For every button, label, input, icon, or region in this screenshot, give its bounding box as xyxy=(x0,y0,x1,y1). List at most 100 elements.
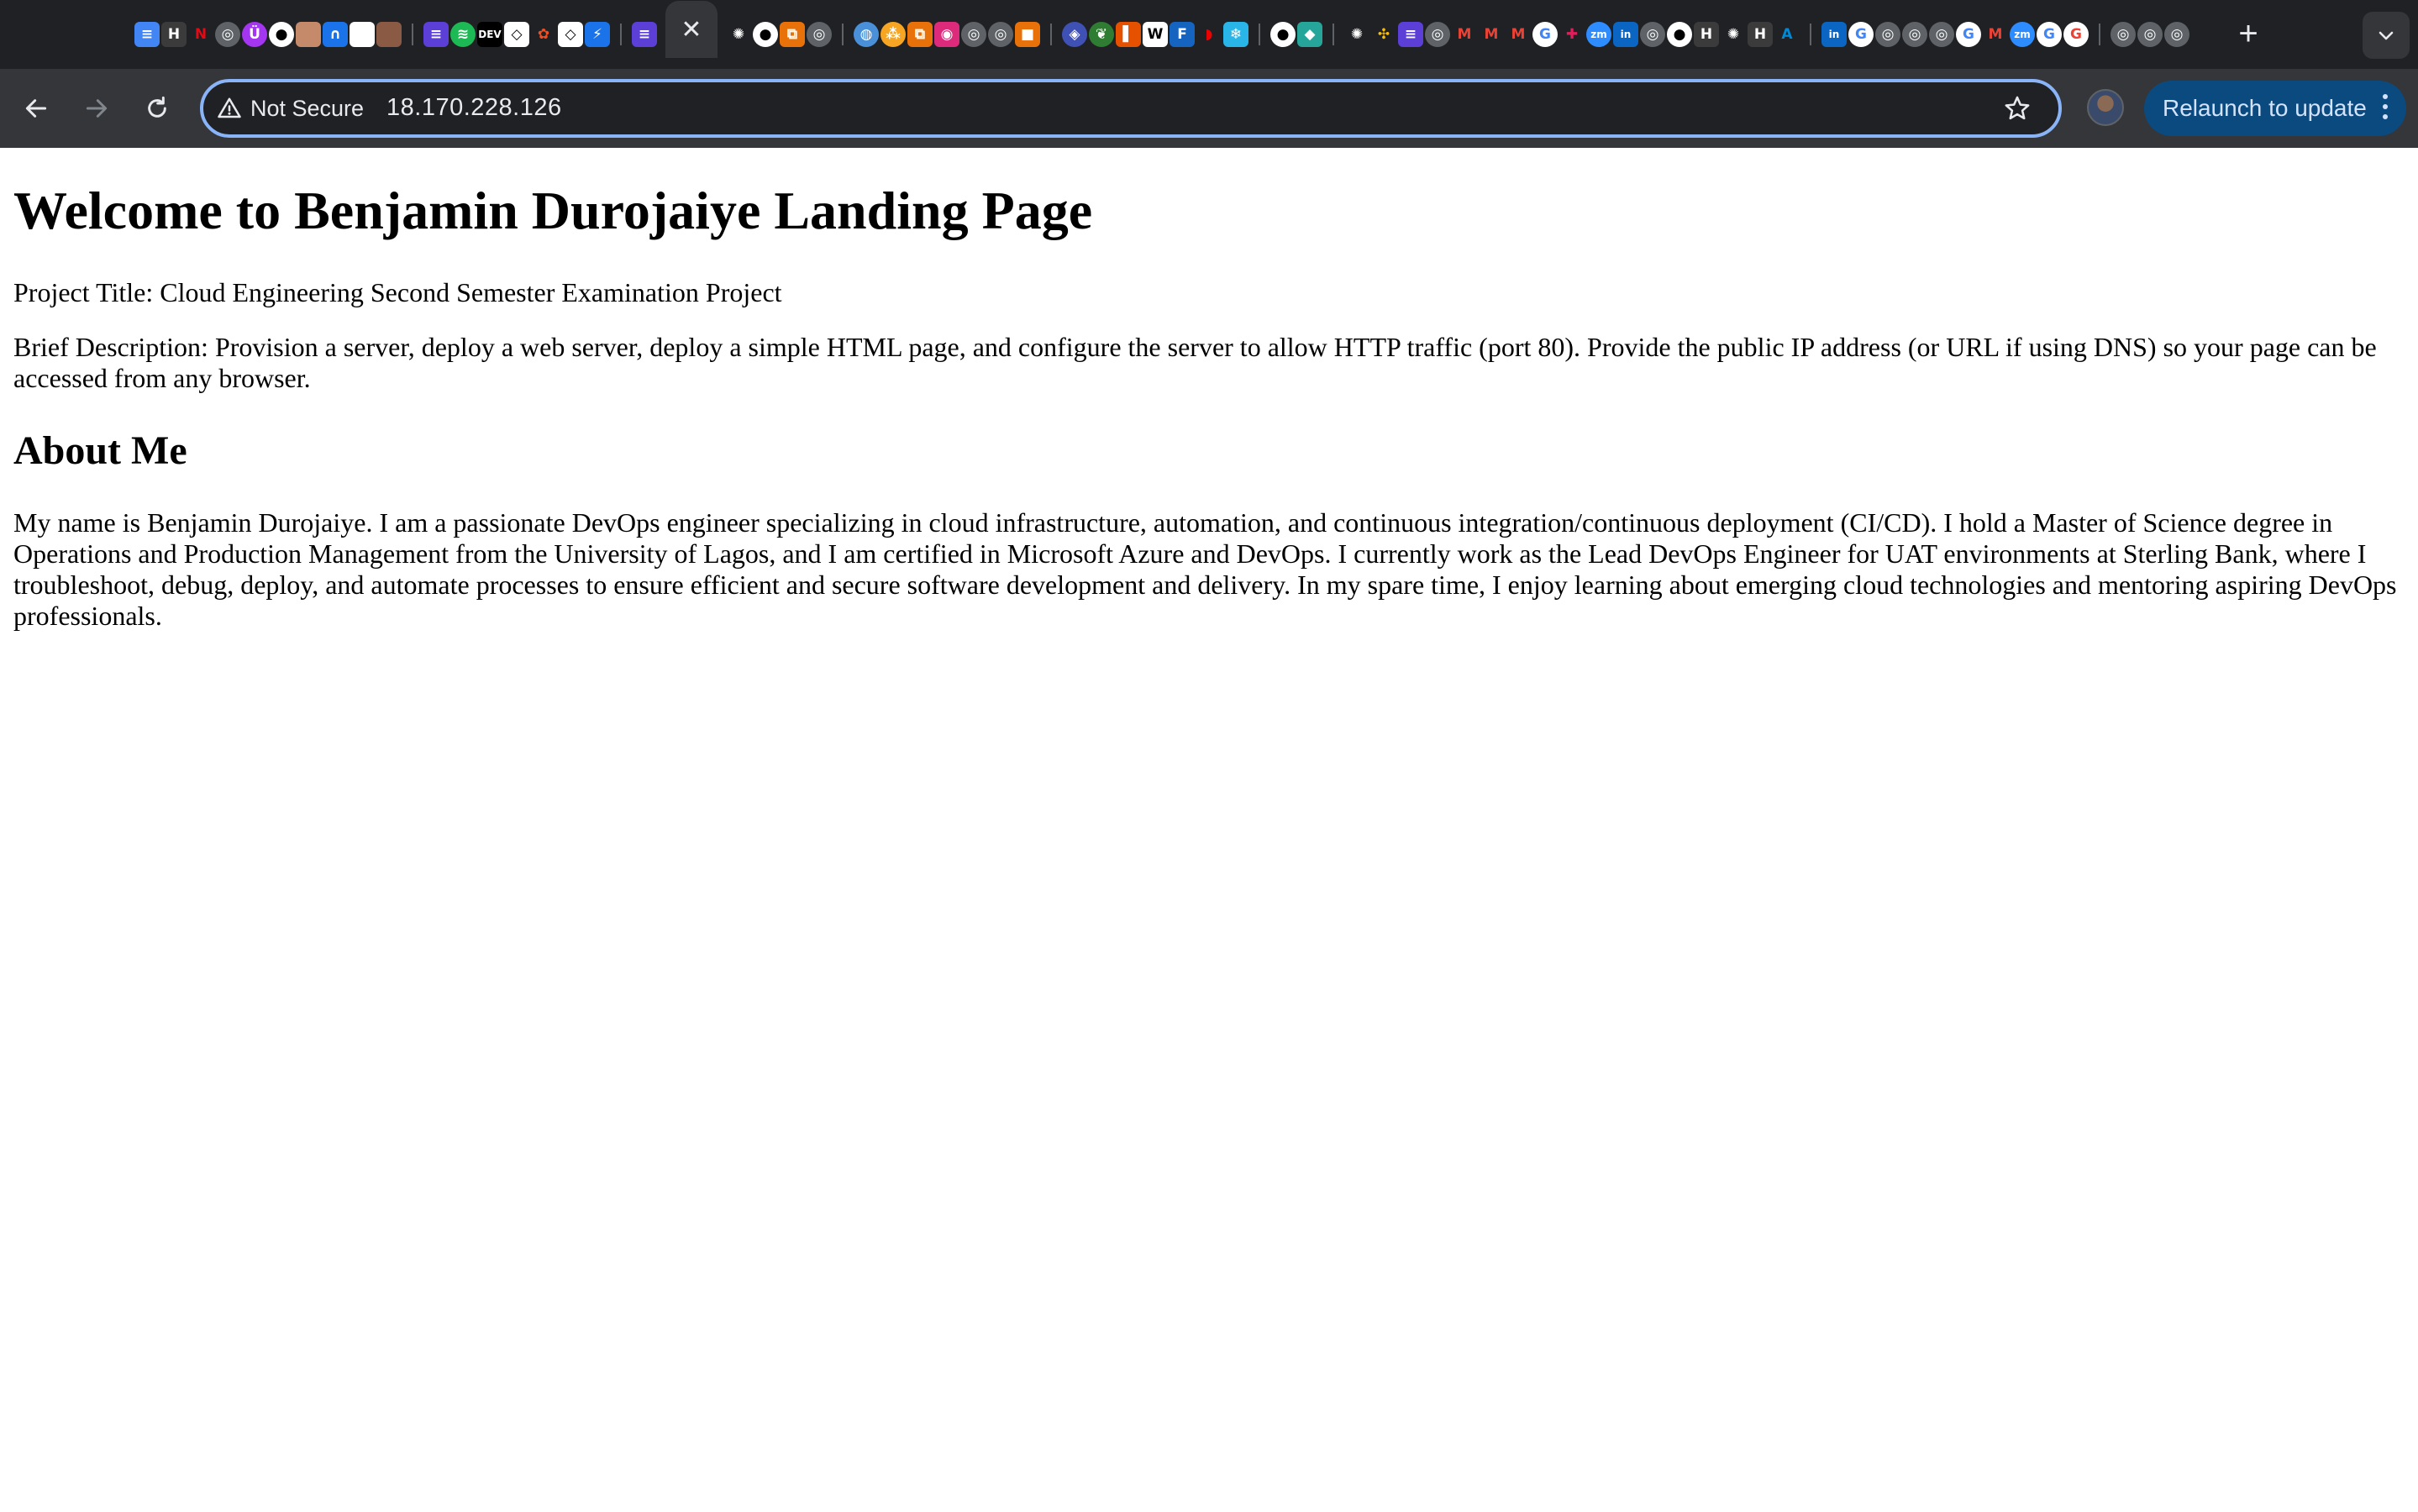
pinwheel-icon[interactable]: ✣ xyxy=(1371,22,1396,47)
globe-eighth-icon[interactable]: ◎ xyxy=(1929,22,1954,47)
google-icon[interactable]: G xyxy=(1532,22,1558,47)
project-title: Project Title: Cloud Engineering Second … xyxy=(13,276,782,307)
gmail-third-icon[interactable]: M xyxy=(1506,22,1531,47)
more-menu-icon[interactable] xyxy=(2383,94,2388,119)
reload-button[interactable] xyxy=(136,87,178,129)
google-third-icon[interactable]: G xyxy=(1956,22,1981,47)
page-content: Welcome to Benjamin Durojaiye Landing Pa… xyxy=(0,148,2418,1512)
tab-search-button[interactable] xyxy=(2363,12,2410,59)
chatgpt-third-icon[interactable]: ✺ xyxy=(1344,22,1369,47)
snowflake-icon[interactable]: ❄ xyxy=(1223,22,1248,47)
hashicorp-third-icon[interactable]: H xyxy=(1748,22,1773,47)
box-icon[interactable]: ■ xyxy=(1015,22,1040,47)
hashicorp-icon[interactable]: H xyxy=(161,22,187,47)
about-text: My name is Benjamin Durojaiye. I am a pa… xyxy=(13,507,2397,631)
bookmark-star-button[interactable] xyxy=(2000,91,2035,126)
github-icon[interactable]: ● xyxy=(269,22,294,47)
linkedin-alt-icon[interactable]: in xyxy=(1821,22,1847,47)
address-bar[interactable]: Not Secure 18.170.228.126 xyxy=(200,79,2062,138)
spotify-icon[interactable]: ≋ xyxy=(450,22,476,47)
gmail-fourth-icon[interactable]: M xyxy=(1983,22,2008,47)
globe-icon[interactable]: ◎ xyxy=(807,22,832,47)
udemy-icon[interactable]: Ü xyxy=(242,22,267,47)
star-icon xyxy=(2005,96,2030,120)
slack-icon[interactable]: ✚ xyxy=(1559,22,1585,47)
diamond-icon[interactable]: ◆ xyxy=(1297,22,1322,47)
globe-fourth-icon[interactable]: ◎ xyxy=(1425,22,1450,47)
tasks-icon[interactable]: ≡ xyxy=(423,22,449,47)
bolt-icon[interactable]: ⚡ xyxy=(585,22,610,47)
tab-separator xyxy=(1259,24,1260,45)
azure-icon[interactable]: A xyxy=(1774,22,1800,47)
world-icon[interactable]: ◍ xyxy=(854,22,879,47)
ubiquiti-icon[interactable]: ∩ xyxy=(323,22,348,47)
tab-separator xyxy=(2099,24,2100,45)
blank-page-icon[interactable] xyxy=(350,22,375,47)
page-title: Welcome to Benjamin Durojaiye Landing Pa… xyxy=(13,181,1093,240)
person-photo-icon[interactable] xyxy=(376,22,402,47)
globe-tenth-icon[interactable]: ◎ xyxy=(2137,22,2163,47)
redhat-icon[interactable]: ◗ xyxy=(1196,22,1222,47)
github-third-icon[interactable]: ● xyxy=(1270,22,1296,47)
gmail-alt-icon[interactable]: M xyxy=(1479,22,1504,47)
tab-separator xyxy=(1333,24,1334,45)
codepen-icon[interactable]: ◇ xyxy=(504,22,529,47)
globe-alt-icon[interactable]: ◎ xyxy=(961,22,986,47)
hashicorp-alt-icon[interactable]: H xyxy=(1694,22,1719,47)
tasks-alt-icon[interactable]: ≡ xyxy=(632,22,657,47)
leaf-icon[interactable]: ❦ xyxy=(1089,22,1114,47)
back-button[interactable] xyxy=(15,87,57,129)
reload-icon xyxy=(148,96,166,118)
active-tab[interactable]: ✕ xyxy=(665,1,718,58)
github-fourth-icon[interactable]: ● xyxy=(1667,22,1692,47)
globe-ninth-icon[interactable]: ◎ xyxy=(2110,22,2136,47)
tab-separator xyxy=(842,24,844,45)
about-heading: About Me xyxy=(13,428,187,473)
linkedin-icon[interactable]: in xyxy=(1613,22,1638,47)
tasks-third-icon[interactable]: ≡ xyxy=(1398,22,1423,47)
copy-alt-icon[interactable]: ⧉ xyxy=(907,22,933,47)
figma-icon[interactable]: ✿ xyxy=(531,22,556,47)
google-alt-icon[interactable]: G xyxy=(1848,22,1874,47)
url-text[interactable]: 18.170.228.126 xyxy=(386,94,562,122)
forward-button[interactable] xyxy=(76,87,118,129)
github-alt-icon[interactable]: ● xyxy=(753,22,778,47)
relaunch-to-update-button[interactable]: Relaunch to update xyxy=(2144,81,2406,136)
globe-third-icon[interactable]: ◎ xyxy=(988,22,1013,47)
netflix-icon[interactable]: N xyxy=(188,22,213,47)
chevron-down-icon xyxy=(2379,31,2394,40)
foss-linux-icon[interactable]: F xyxy=(1170,22,1195,47)
gmail-icon[interactable]: M xyxy=(1452,22,1477,47)
zoom-icon[interactable]: zm xyxy=(1586,22,1611,47)
chatgpt-fourth-icon[interactable]: ✺ xyxy=(1721,22,1746,47)
google-fourth-icon[interactable]: G xyxy=(2037,22,2062,47)
profile-avatar[interactable] xyxy=(2087,89,2124,126)
tab-separator xyxy=(1050,24,1052,45)
globe-fifth-icon[interactable]: ◎ xyxy=(1640,22,1665,47)
profile-photo-icon[interactable] xyxy=(296,22,321,47)
google-docs-icon[interactable]: ≡ xyxy=(134,22,160,47)
new-tab-button[interactable]: + xyxy=(2230,15,2267,52)
security-label: Not Secure xyxy=(250,95,365,121)
globe-eleventh-icon[interactable]: ◎ xyxy=(2164,22,2189,47)
google-fifth-icon[interactable]: G xyxy=(2063,22,2089,47)
warning-triangle-icon xyxy=(218,97,241,118)
globe-sixth-icon[interactable]: ◎ xyxy=(1875,22,1900,47)
artifact-icon[interactable]: ⁂ xyxy=(880,22,906,47)
wikipedia-icon[interactable]: W xyxy=(1143,22,1168,47)
pinned-tabs: ≡ H N ◎ Ü ● ∩ ≡ ≋ DEV ◇ ✿ ◇ ⚡ ≡ ✕ ✺ ● ⧉ ◎ ◍ ⁂ ⧉ ◉ ◎ ◎ ■ ◈ ❦ ▌ W F ◗ ❄ ● ◆ ✺ ✣… xyxy=(134,1,2235,58)
dev-to-icon[interactable]: DEV xyxy=(477,22,502,47)
bookmark-icon[interactable]: ▌ xyxy=(1116,22,1141,47)
codepen-alt-icon[interactable]: ◇ xyxy=(558,22,583,47)
brief-description: Brief Description: Provision a server, d… xyxy=(13,331,2377,393)
tab-separator xyxy=(412,24,413,45)
globe-seventh-icon[interactable]: ◎ xyxy=(1902,22,1927,47)
site-icon[interactable]: ◈ xyxy=(1062,22,1087,47)
security-indicator[interactable]: Not Secure xyxy=(217,92,364,124)
instagram-icon[interactable]: ◉ xyxy=(934,22,959,47)
zoom-alt-icon[interactable]: zm xyxy=(2010,22,2035,47)
chatgpt-icon[interactable]: ◎ xyxy=(215,22,240,47)
chatgpt-alt-icon[interactable]: ✺ xyxy=(726,22,751,47)
copy-icon[interactable]: ⧉ xyxy=(780,22,805,47)
close-tab-icon[interactable]: ✕ xyxy=(681,15,702,45)
